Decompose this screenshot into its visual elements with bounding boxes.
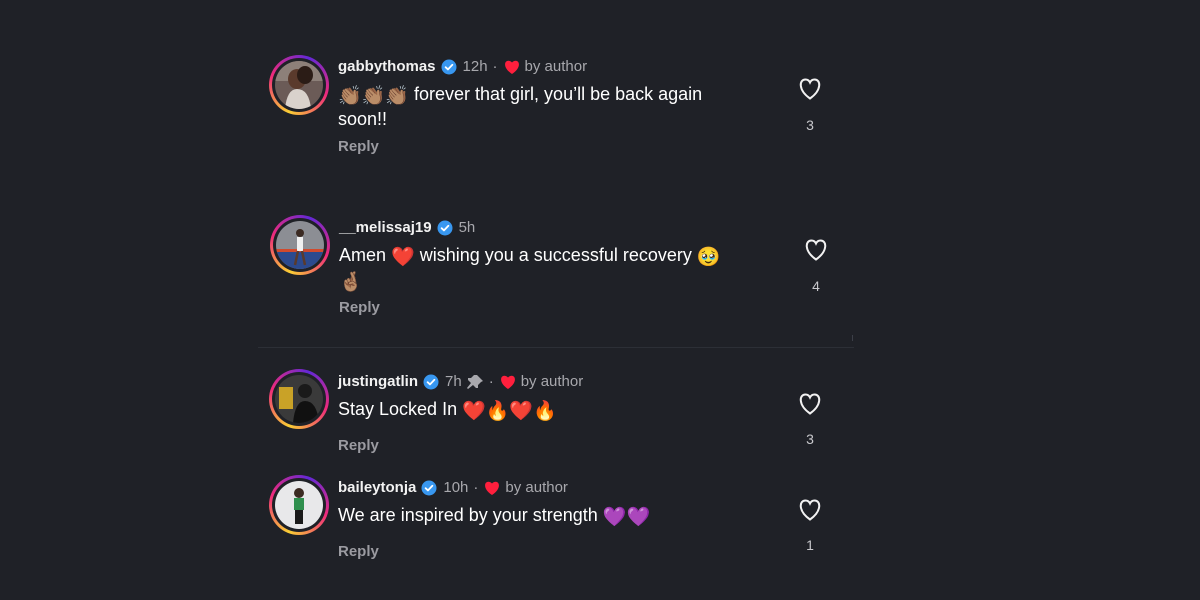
scroll-indicator — [852, 335, 853, 341]
avatar-photo — [276, 221, 324, 269]
verified-badge-icon — [437, 220, 453, 235]
avatar-photo — [275, 375, 323, 423]
pin-icon — [466, 374, 483, 389]
heart-filled-icon — [500, 375, 515, 389]
section-divider — [258, 347, 854, 348]
author-like-label: by author — [505, 479, 568, 496]
timestamp: 7h — [445, 373, 462, 390]
avatar[interactable] — [269, 369, 329, 429]
reply-button[interactable]: Reply — [338, 437, 379, 454]
username[interactable]: justingatlin — [338, 373, 418, 390]
like-count: 3 — [806, 117, 814, 133]
username[interactable]: __melissaj19 — [339, 219, 432, 236]
timestamp: 5h — [458, 219, 476, 236]
profile-photo-icon — [275, 375, 323, 423]
avatar[interactable] — [270, 215, 330, 275]
profile-photo-icon — [276, 221, 324, 269]
username[interactable]: baileytonja — [338, 479, 416, 496]
like-count: 4 — [812, 278, 820, 294]
username[interactable]: gabbythomas — [338, 58, 436, 75]
verified-badge-icon — [441, 59, 457, 74]
heart-outline-icon[interactable] — [797, 77, 823, 101]
heart-filled-icon — [504, 60, 519, 74]
avatar-photo — [275, 481, 323, 529]
reply-button[interactable]: Reply — [339, 299, 380, 316]
avatar[interactable] — [269, 475, 329, 535]
timestamp: 10h — [443, 479, 469, 496]
reply-button[interactable]: Reply — [338, 138, 379, 155]
avatar[interactable] — [269, 55, 329, 115]
profile-photo-icon — [275, 61, 323, 109]
verified-badge-icon — [421, 480, 437, 495]
reply-button[interactable]: Reply — [338, 543, 379, 560]
timestamp: 12h — [462, 58, 488, 75]
comment-text: We are inspired by your strength 💜💜 — [338, 505, 651, 528]
heart-outline-icon[interactable] — [803, 238, 829, 262]
avatar-photo — [275, 61, 323, 109]
comment-text: Stay Locked In ❤️🔥❤️🔥 — [338, 399, 557, 422]
like-count: 1 — [806, 537, 814, 553]
comment-text: 👏🏽👏🏽👏🏽 forever that girl, you’ll be back… — [338, 84, 703, 129]
profile-photo-icon — [275, 481, 323, 529]
heart-filled-icon — [485, 481, 500, 495]
heart-outline-icon[interactable] — [797, 498, 823, 522]
heart-outline-icon[interactable] — [797, 392, 823, 416]
comment-text: Amen ❤️ wishing you a successful recover… — [339, 245, 721, 293]
verified-badge-icon — [423, 374, 439, 389]
author-like-label: by author — [520, 373, 584, 390]
author-like-label: by author — [524, 58, 588, 75]
like-count: 3 — [806, 431, 814, 447]
